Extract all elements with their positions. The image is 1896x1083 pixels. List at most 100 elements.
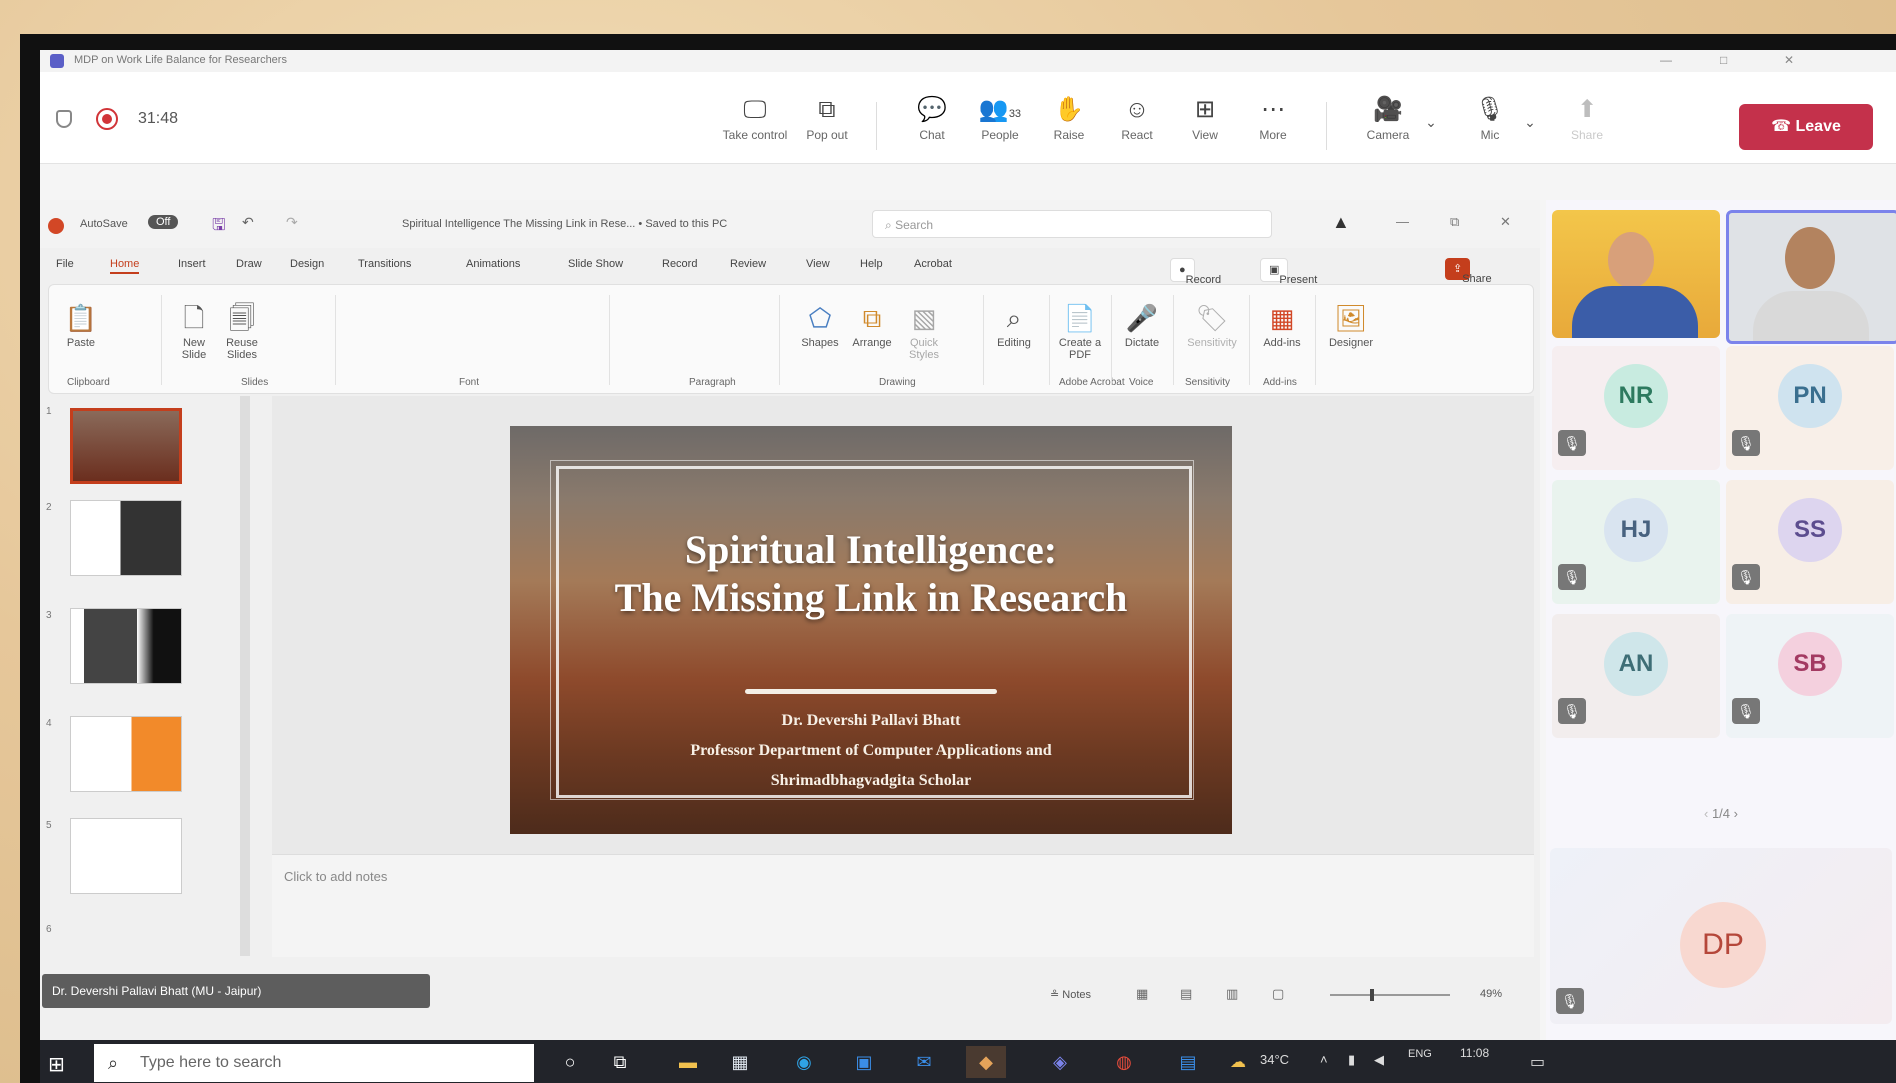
share-button[interactable]: ⬆ Share (1552, 94, 1622, 142)
add-ins-button[interactable]: ▦ Add-ins (1255, 299, 1309, 349)
tab-review[interactable]: Review (730, 258, 766, 270)
maximize-icon[interactable]: □ (1720, 53, 1727, 67)
mail-icon[interactable]: ✉ (904, 1046, 944, 1078)
redo-icon[interactable]: ↷ (286, 214, 298, 231)
tab-transitions[interactable]: Transitions (358, 258, 411, 270)
notes-pane[interactable]: Click to add notes (272, 854, 1534, 957)
ppt-minimize-icon[interactable]: — (1396, 214, 1409, 229)
tab-view[interactable]: View (806, 258, 830, 270)
slide-sorter-icon[interactable]: ▤ (1180, 986, 1192, 1002)
volume-icon[interactable]: ◀ (1374, 1052, 1384, 1068)
tab-file[interactable]: File (56, 258, 74, 270)
participant-tile-dp[interactable]: DP 🎙 (1550, 848, 1892, 1024)
normal-view-icon[interactable]: ▦ (1136, 986, 1148, 1002)
participant-video-1[interactable] (1552, 210, 1720, 338)
view-button[interactable]: ⊞ View (1170, 94, 1240, 142)
participant-tile-nr[interactable]: NR 🎙 (1552, 346, 1720, 470)
search-input[interactable]: ⌕ Search (872, 210, 1272, 238)
raise-hand-button[interactable]: ✋ Raise (1034, 94, 1104, 142)
file-explorer-icon[interactable]: ▬ (668, 1046, 708, 1078)
ppt-close-icon[interactable]: ✕ (1500, 214, 1511, 230)
undo-icon[interactable]: ↶ (242, 214, 254, 231)
chat-button[interactable]: 💬 Chat (897, 94, 967, 142)
slide-thumbnail-2[interactable] (70, 500, 182, 576)
slide-thumbnail-4[interactable] (70, 716, 182, 792)
weather-temp[interactable]: 34°C (1260, 1052, 1289, 1067)
shield-icon[interactable] (56, 110, 72, 128)
participant-tile-ss[interactable]: SS 🎙 (1726, 480, 1894, 604)
share-ppt-button[interactable]: ⇪ Share (1445, 258, 1492, 285)
slide-thumbnail-3[interactable] (70, 608, 182, 684)
slide-thumbnail-1[interactable] (70, 408, 182, 484)
app-icon[interactable]: ▤ (1168, 1046, 1208, 1078)
slideshow-icon[interactable]: ▢ (1272, 986, 1284, 1002)
teams-taskbar-icon[interactable]: ◈ (1040, 1046, 1080, 1078)
tab-slide-show[interactable]: Slide Show (568, 258, 623, 270)
photos-app-icon[interactable]: ◆ (966, 1046, 1006, 1078)
language-indicator[interactable]: ENG (1408, 1048, 1432, 1060)
task-view-icon[interactable]: ⧉ (600, 1046, 640, 1078)
ppt-restore-icon[interactable]: ⧉ (1450, 214, 1459, 230)
create-pdf-button[interactable]: 📄 Create a PDF (1055, 299, 1105, 361)
tab-acrobat[interactable]: Acrobat (914, 258, 952, 270)
editing-button[interactable]: ⌕ Editing (989, 299, 1039, 349)
camera-options-chevron-icon[interactable]: ⌄ (1416, 114, 1446, 131)
slide-thumbnail-5[interactable] (70, 818, 182, 894)
save-icon[interactable]: 🖫 (212, 214, 226, 241)
camera-button[interactable]: 🎥 Camera (1353, 94, 1423, 142)
record-button[interactable]: ● Record (1170, 258, 1221, 286)
tab-insert[interactable]: Insert (178, 258, 206, 270)
weather-icon[interactable]: ☁ (1230, 1052, 1246, 1072)
more-button[interactable]: ⋯ More (1238, 94, 1308, 142)
people-button[interactable]: 👥33 People (965, 94, 1035, 142)
current-slide[interactable]: Spiritual Intelligence: The Missing Link… (510, 426, 1232, 834)
reading-view-icon[interactable]: ▥ (1226, 986, 1238, 1002)
zoom-slider-thumb[interactable] (1370, 989, 1374, 1001)
tab-record[interactable]: Record (662, 258, 697, 270)
tab-draw[interactable]: Draw (236, 258, 262, 270)
clock[interactable]: 11:08 (1460, 1046, 1489, 1060)
close-icon[interactable]: ✕ (1784, 53, 1794, 67)
dictate-button[interactable]: 🎤 Dictate (1117, 299, 1167, 349)
paste-button[interactable]: 📋 Paste (59, 299, 103, 349)
notifications-icon[interactable]: ▭ (1530, 1052, 1545, 1072)
designer-button[interactable]: 🖼 Designer (1321, 299, 1381, 349)
new-slide-button[interactable]: 🗋 New Slide (171, 299, 217, 361)
chrome-icon[interactable]: ◍ (1104, 1046, 1144, 1078)
minimize-icon[interactable]: — (1660, 53, 1672, 67)
participant-tile-hj[interactable]: HJ 🎙 (1552, 480, 1720, 604)
participant-video-2[interactable] (1726, 210, 1896, 344)
tab-help[interactable]: Help (860, 258, 883, 270)
zoom-slider[interactable] (1330, 994, 1450, 996)
edge-icon[interactable]: ◉ (784, 1046, 824, 1078)
participant-tile-sb[interactable]: SB 🎙 (1726, 614, 1894, 738)
store-icon[interactable]: ▣ (844, 1046, 884, 1078)
cortana-icon[interactable]: ○ (550, 1046, 590, 1078)
arrange-button[interactable]: ⧉ Arrange (847, 299, 897, 349)
pager-prev-icon[interactable]: ‹ (1704, 806, 1712, 821)
account-avatar-icon[interactable]: ▲ (1332, 212, 1350, 233)
sensitivity-button[interactable]: 🏷 Sensitivity (1179, 299, 1245, 349)
taskbar-search[interactable]: ⌕ Type here to search (94, 1044, 534, 1082)
pager-next-icon[interactable]: › (1734, 806, 1738, 821)
tray-chevron-icon[interactable]: ˄ (1320, 1052, 1328, 1067)
notes-toggle[interactable]: ≗ Notes (1050, 988, 1091, 1001)
shapes-button[interactable]: ⬠ Shapes (797, 299, 843, 349)
mic-options-chevron-icon[interactable]: ⌄ (1515, 114, 1545, 131)
leave-button[interactable]: ☎ Leave (1739, 104, 1873, 150)
present-in-teams-button[interactable]: ▣ Present in Teams (1260, 258, 1317, 330)
tab-animations[interactable]: Animations (466, 258, 520, 270)
quick-styles-button[interactable]: ▧ Quick Styles (901, 299, 947, 361)
reuse-slides-button[interactable]: 🗐 Reuse Slides (219, 299, 265, 361)
thumbnails-scrollbar[interactable] (240, 396, 250, 956)
participant-tile-an[interactable]: AN 🎙 (1552, 614, 1720, 738)
tab-design[interactable]: Design (290, 258, 324, 270)
pop-out-button[interactable]: ⧉ Pop out (792, 94, 862, 142)
tab-home[interactable]: Home (110, 258, 140, 274)
participant-tile-pn[interactable]: PN 🎙 (1726, 346, 1894, 470)
network-icon[interactable]: ▮ (1348, 1052, 1355, 1068)
take-control-button[interactable]: 🖵 Take control (720, 94, 790, 142)
autosave-toggle[interactable]: Off (148, 215, 179, 229)
calendar-app-icon[interactable]: ▦ (720, 1046, 760, 1078)
react-button[interactable]: ☺ React (1102, 94, 1172, 142)
